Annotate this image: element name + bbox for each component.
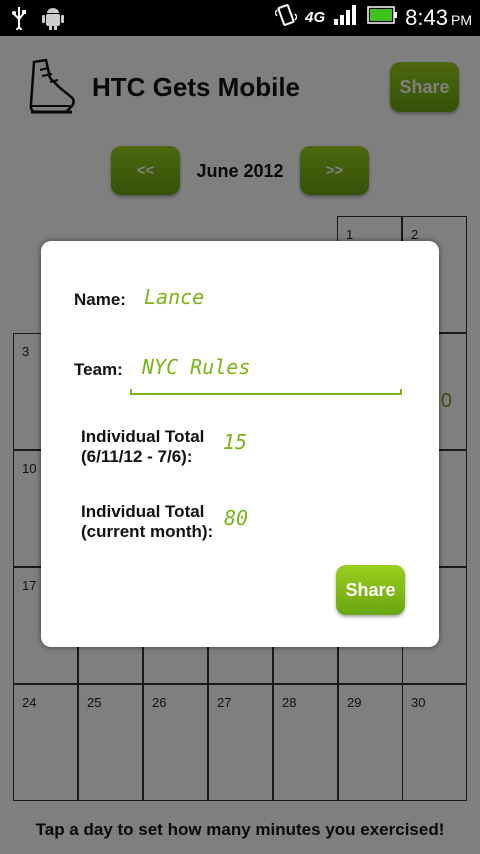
individual-total-range: (6/11/12 - 7/6): <box>81 447 193 466</box>
usb-icon <box>10 6 28 35</box>
team-label: Team: <box>74 360 123 379</box>
individual-total-label-line1: Individual Total <box>81 427 205 446</box>
clock: 8:43 PM <box>405 5 472 31</box>
individual-month-label-line1: Individual Total <box>81 502 205 521</box>
individual-month-label: Individual Total (current month): <box>81 502 213 542</box>
name-label: Name: <box>74 290 126 309</box>
android-debug-icon <box>42 6 64 35</box>
name-value: Lance <box>144 285 205 309</box>
team-input-underline <box>130 389 402 395</box>
status-bar-right: 4G 8:43 PM <box>274 4 472 31</box>
signal-icon <box>333 4 359 31</box>
dialog-share-button[interactable]: Share <box>336 565 405 615</box>
clock-time: 8:43 <box>405 4 448 30</box>
status-bar: 4G 8:43 PM <box>0 0 480 36</box>
individual-month-value: 80 <box>224 506 249 530</box>
network-type: 4G <box>305 9 326 26</box>
individual-month-label-line2: (current month): <box>81 522 214 541</box>
clock-ampm: PM <box>451 11 472 28</box>
battery-icon <box>367 6 398 29</box>
vibrate-icon <box>274 4 299 31</box>
individual-total-label: Individual Total (6/11/12 - 7/6): <box>81 427 204 467</box>
individual-total-value: 15 <box>223 430 248 454</box>
share-dialog: Name: Lance Team: NYC Rules Individual T… <box>41 241 439 647</box>
status-bar-left <box>10 6 64 35</box>
team-input[interactable]: NYC Rules <box>142 355 250 379</box>
